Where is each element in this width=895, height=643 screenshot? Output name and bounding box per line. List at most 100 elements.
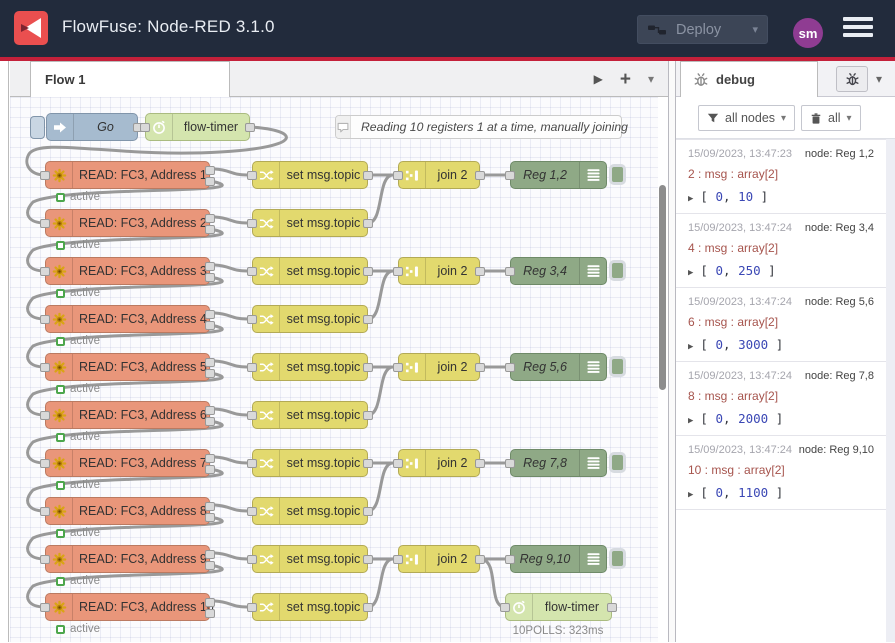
debug-toggle-button[interactable]	[609, 164, 626, 185]
output-port[interactable]	[475, 267, 485, 276]
input-port[interactable]	[393, 267, 403, 276]
output-port-2[interactable]	[205, 225, 215, 234]
output-port[interactable]	[363, 267, 373, 276]
node-join-3[interactable]: join 2	[398, 353, 480, 381]
input-port[interactable]	[393, 363, 403, 372]
node-modbus-read-10[interactable]: READ: FC3, Address 10	[45, 593, 210, 621]
output-port-1[interactable]	[205, 502, 215, 511]
input-port[interactable]	[505, 171, 515, 180]
node-change-3[interactable]: set msg.topic	[252, 257, 368, 285]
output-port-2[interactable]	[205, 513, 215, 522]
output-port-2[interactable]	[205, 177, 215, 186]
flow-canvas[interactable]: Go flow-timer Reading 10 registers 1 at a …	[10, 97, 658, 642]
input-port[interactable]	[505, 555, 515, 564]
output-port[interactable]	[245, 123, 255, 132]
output-port-2[interactable]	[205, 321, 215, 330]
output-port[interactable]	[363, 171, 373, 180]
input-port[interactable]	[40, 555, 50, 564]
output-port[interactable]	[363, 363, 373, 372]
output-port[interactable]	[363, 603, 373, 612]
tab-debug[interactable]: debug	[680, 61, 818, 97]
flow-list-button[interactable]: ▶	[594, 72, 603, 86]
node-modbus-read-8[interactable]: READ: FC3, Address 8	[45, 497, 210, 525]
input-port[interactable]	[40, 171, 50, 180]
message-payload[interactable]: ▶[ 0, 3000 ]	[688, 337, 874, 352]
output-port-1[interactable]	[205, 454, 215, 463]
node-modbus-read-2[interactable]: READ: FC3, Address 2	[45, 209, 210, 237]
input-port[interactable]	[40, 363, 50, 372]
output-port[interactable]	[607, 603, 617, 612]
expand-caret-icon[interactable]: ▶	[688, 342, 693, 352]
node-join-2[interactable]: join 2	[398, 257, 480, 285]
message-payload[interactable]: ▶[ 0, 2000 ]	[688, 411, 874, 426]
input-port[interactable]	[247, 555, 257, 564]
input-port[interactable]	[500, 603, 510, 612]
message-payload[interactable]: ▶[ 0, 250 ]	[688, 263, 874, 278]
node-change-7[interactable]: set msg.topic	[252, 449, 368, 477]
chevron-down-icon[interactable]: ▾	[752, 23, 758, 36]
tab-menu-button[interactable]: ▾	[648, 72, 654, 86]
input-port[interactable]	[247, 219, 257, 228]
node-modbus-read-9[interactable]: READ: FC3, Address 9	[45, 545, 210, 573]
output-port[interactable]	[363, 411, 373, 420]
debug-message[interactable]: 15/09/2023, 13:47:24node: Reg 9,1010 : m…	[676, 436, 886, 510]
avatar[interactable]: sm	[793, 18, 823, 48]
node-change-5[interactable]: set msg.topic	[252, 353, 368, 381]
input-port[interactable]	[505, 459, 515, 468]
input-port[interactable]	[393, 459, 403, 468]
output-port[interactable]	[475, 363, 485, 372]
node-change-2[interactable]: set msg.topic	[252, 209, 368, 237]
node-change-1[interactable]: set msg.topic	[252, 161, 368, 189]
sidebar-resize-handle[interactable]	[668, 61, 676, 642]
output-port-2[interactable]	[205, 609, 215, 618]
node-change-8[interactable]: set msg.topic	[252, 497, 368, 525]
node-debug-reg-3[interactable]: Reg 5,6	[510, 353, 607, 381]
node-change-6[interactable]: set msg.topic	[252, 401, 368, 429]
output-port-2[interactable]	[205, 465, 215, 474]
node-debug-reg-1[interactable]: Reg 1,2	[510, 161, 607, 189]
debug-message[interactable]: 15/09/2023, 13:47:24node: Reg 3,44 : msg…	[676, 214, 886, 288]
input-port[interactable]	[247, 363, 257, 372]
debug-message[interactable]: 15/09/2023, 13:47:23node: Reg 1,22 : msg…	[676, 140, 886, 214]
output-port-2[interactable]	[205, 273, 215, 282]
output-port-1[interactable]	[205, 214, 215, 223]
input-port[interactable]	[40, 603, 50, 612]
debug-toggle-button[interactable]	[609, 548, 626, 569]
node-modbus-read-6[interactable]: READ: FC3, Address 6	[45, 401, 210, 429]
input-port[interactable]	[247, 603, 257, 612]
node-change-9[interactable]: set msg.topic	[252, 545, 368, 573]
node-modbus-read-5[interactable]: READ: FC3, Address 5	[45, 353, 210, 381]
output-port-1[interactable]	[205, 358, 215, 367]
output-port-1[interactable]	[205, 598, 215, 607]
node-change-4[interactable]: set msg.topic	[252, 305, 368, 333]
message-payload[interactable]: ▶[ 0, 1100 ]	[688, 485, 874, 500]
input-port[interactable]	[140, 123, 150, 132]
expand-caret-icon[interactable]: ▶	[688, 194, 693, 204]
input-port[interactable]	[247, 459, 257, 468]
node-inject-go[interactable]: Go	[46, 113, 138, 141]
node-debug-reg-2[interactable]: Reg 3,4	[510, 257, 607, 285]
input-port[interactable]	[247, 411, 257, 420]
filter-nodes-button[interactable]: all nodes ▾	[698, 105, 795, 131]
input-port[interactable]	[505, 267, 515, 276]
output-port[interactable]	[363, 315, 373, 324]
node-comment[interactable]: Reading 10 registers 1 at a time, manual…	[335, 115, 622, 139]
expand-caret-icon[interactable]: ▶	[688, 416, 693, 426]
node-flow-timer-bottom[interactable]: flow-timer	[505, 593, 612, 621]
input-port[interactable]	[40, 267, 50, 276]
input-port[interactable]	[247, 507, 257, 516]
debug-toggle-button[interactable]	[609, 452, 626, 473]
input-port[interactable]	[40, 315, 50, 324]
input-port[interactable]	[247, 267, 257, 276]
node-debug-reg-4[interactable]: Reg 7,8	[510, 449, 607, 477]
debug-pane-button[interactable]	[836, 66, 868, 92]
output-port-1[interactable]	[205, 262, 215, 271]
output-port-1[interactable]	[205, 406, 215, 415]
input-port[interactable]	[40, 459, 50, 468]
input-port[interactable]	[40, 219, 50, 228]
node-modbus-read-3[interactable]: READ: FC3, Address 3	[45, 257, 210, 285]
node-join-1[interactable]: join 2	[398, 161, 480, 189]
input-port[interactable]	[40, 411, 50, 420]
node-debug-reg-5[interactable]: Reg 9,10	[510, 545, 607, 573]
output-port-2[interactable]	[205, 561, 215, 570]
